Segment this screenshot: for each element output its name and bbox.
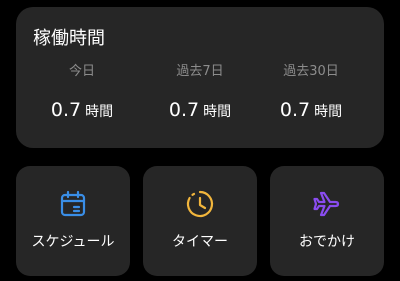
stat-past-7-days-unit: 時間: [203, 104, 232, 120]
operating-time-stats: 今日 0.7 時間 過去7日 0.7 時間 過去30日 0.7 時間: [16, 64, 384, 134]
stat-past-30-days-value: 0.7 時間: [256, 98, 366, 124]
timer-label: タイマー: [172, 234, 228, 250]
stat-past-7-days-value: 0.7 時間: [145, 98, 255, 124]
away-mode-button[interactable]: おでかけ: [270, 166, 384, 276]
stat-today: 今日 0.7 時間: [27, 64, 137, 134]
stat-past-30-days: 過去30日 0.7 時間: [256, 64, 366, 134]
timer-icon: [184, 188, 216, 220]
stat-today-number: 0.7: [50, 99, 82, 121]
airplane-icon: [311, 188, 343, 220]
stat-past-7-days: 過去7日 0.7 時間: [145, 64, 255, 134]
stat-past-7-days-label: 過去7日: [176, 64, 224, 79]
stat-today-label: 今日: [68, 64, 95, 79]
operating-time-title: 稼働時間: [33, 28, 105, 49]
stat-today-unit: 時間: [85, 104, 114, 120]
screen: 稼働時間 今日 0.7時間 過去7日 0.7時間 過去30日 0.7時間: [0, 0, 400, 281]
schedule-label: スケジュール: [31, 234, 115, 250]
away-mode-label: おでかけ: [299, 234, 355, 250]
calendar-icon: [57, 188, 89, 220]
operating-time-card[interactable]: 稼働時間 今日 0.7 時間 過去7日 0.7 時間 過去30日 0.7 時間: [16, 7, 384, 148]
schedule-button[interactable]: スケジュール: [16, 166, 130, 276]
stat-past-30-days-label: 過去30日: [283, 64, 339, 79]
stat-past-30-days-number: 0.7: [279, 99, 311, 121]
stat-past-7-days-number: 0.7: [168, 99, 200, 121]
stat-today-value: 0.7 時間: [27, 98, 137, 124]
stat-past-30-days-unit: 時間: [314, 104, 343, 120]
timer-button[interactable]: タイマー: [143, 166, 257, 276]
